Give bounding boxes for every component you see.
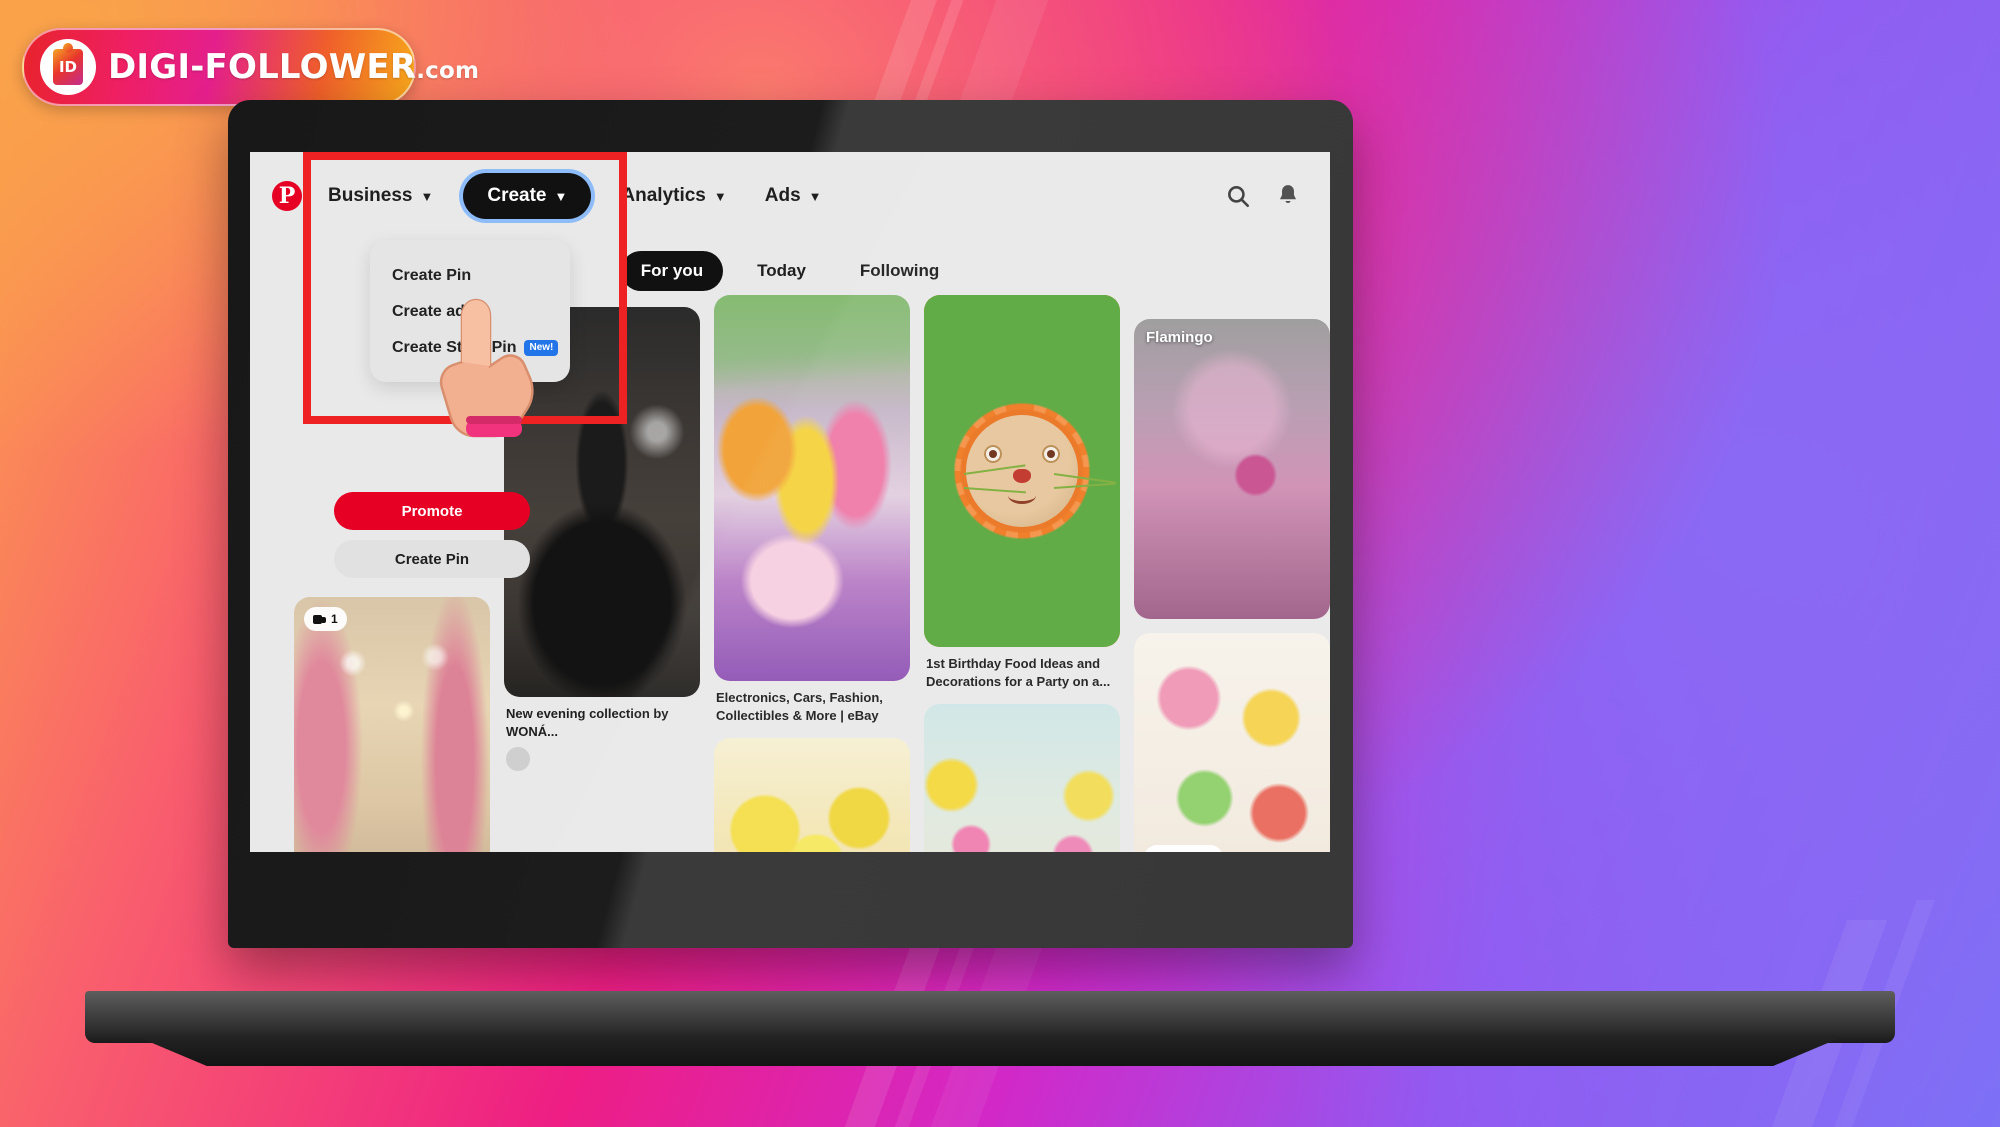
feed-column: Electronics, Cars, Fashion, Collectibles… — [714, 295, 910, 852]
pin-card[interactable]: 1st Birthday Food Ideas and Decorations … — [924, 295, 1120, 690]
feed-column: 1 — [294, 597, 490, 852]
pin-title: 1st Birthday Food Ideas and Decorations … — [926, 656, 1111, 689]
screenshot-stage: ID DIGI-FOLLOWER.com P Business ▼ Create… — [0, 0, 2000, 1127]
tab-today[interactable]: Today — [737, 251, 826, 291]
logo-inner-glyph: ID — [53, 49, 83, 85]
pin-image[interactable] — [714, 295, 910, 681]
lion-eye-icon — [984, 445, 1002, 463]
lion-nose-icon — [1013, 469, 1031, 483]
dropdown-item-label: Create Pin — [392, 267, 472, 284]
search-icon[interactable] — [1218, 176, 1258, 216]
nav-item-business[interactable]: Business ▼ — [320, 177, 441, 215]
pin-card[interactable]: ↗ etsy.co Feeling Fruit Etsy E Etsy — [1134, 633, 1330, 852]
logo-dot-icon — [63, 43, 73, 53]
nav-item-create[interactable]: Create ▼ — [463, 173, 592, 219]
nav-item-label: Analytics — [621, 185, 706, 206]
create-pin-button[interactable]: Create Pin — [334, 540, 530, 578]
dropdown-item-create-pin[interactable]: Create Pin — [370, 258, 570, 294]
stacked-pins-icon — [313, 614, 326, 625]
avatar — [506, 747, 530, 772]
laptop-frame: P Business ▼ Create ▼ Analytics ▼ Ads ▼ — [228, 100, 1353, 948]
notifications-bell-icon[interactable] — [1268, 176, 1308, 216]
pointing-hand-cursor — [430, 292, 550, 442]
laptop-base — [85, 991, 1895, 1043]
lion-eye-icon — [1042, 445, 1060, 463]
nav-item-label: Create — [487, 185, 547, 206]
pin-title: New evening collection by WONÁ... — [506, 706, 669, 739]
nav-item-analytics[interactable]: Analytics ▼ — [613, 177, 734, 215]
pin-image[interactable]: Flamingo — [1134, 319, 1330, 619]
laptop-screen: P Business ▼ Create ▼ Analytics ▼ Ads ▼ — [250, 152, 1330, 852]
pin-source-badge[interactable]: ↗ etsy.co — [1144, 845, 1223, 852]
watermark-logo-badge: ID DIGI-FOLLOWER.com — [22, 28, 479, 106]
pin-count-value: 1 — [331, 612, 338, 626]
promote-button[interactable]: Promote — [334, 492, 530, 530]
tab-for-you[interactable]: For you — [620, 251, 724, 291]
pin-card[interactable] — [924, 704, 1120, 852]
logo-monogram-icon: ID — [40, 39, 96, 95]
pin-image[interactable] — [924, 295, 1120, 647]
chevron-down-icon: ▼ — [554, 188, 568, 204]
laptop-base-foot — [135, 1036, 1845, 1066]
tab-following[interactable]: Following — [840, 251, 959, 291]
watermark-brand-text: DIGI-FOLLOWER.com — [108, 47, 480, 87]
nav-item-ads[interactable]: Ads ▼ — [757, 177, 830, 215]
pin-title: Electronics, Cars, Fashion, Collectibles… — [716, 690, 883, 723]
pin-attribution — [504, 747, 700, 772]
nav-item-label: Business — [328, 185, 413, 206]
pin-count-badge: 1 — [304, 607, 347, 631]
watermark-tld: .com — [416, 58, 480, 84]
chevron-down-icon: ▼ — [713, 188, 727, 204]
side-action-buttons: Promote Create Pin — [334, 492, 530, 578]
pin-source-domain: etsy.co — [1171, 851, 1211, 852]
chevron-down-icon: ▼ — [808, 188, 822, 204]
pin-card[interactable]: Electronics, Cars, Fashion, Collectibles… — [714, 295, 910, 724]
pin-card[interactable]: 1 — [294, 597, 490, 852]
external-link-icon: ↗ — [1155, 851, 1165, 852]
pin-card[interactable]: FRE — [714, 738, 910, 852]
pinterest-logo-icon[interactable]: P — [272, 181, 302, 211]
feed-column: Flamingo ↗ etsy.co Feeling Fruit Etsy — [1134, 319, 1330, 852]
pin-image[interactable]: FRE — [714, 738, 910, 852]
pin-overlay-label: Flamingo — [1146, 329, 1213, 346]
feed-column: 1st Birthday Food Ideas and Decorations … — [924, 295, 1120, 852]
pinterest-navbar: P Business ▼ Create ▼ Analytics ▼ Ads ▼ — [250, 152, 1330, 240]
nav-item-label: Ads — [764, 185, 801, 206]
pin-image[interactable]: ↗ etsy.co — [1134, 633, 1330, 852]
pin-image[interactable]: 1 — [294, 597, 490, 852]
chevron-down-icon: ▼ — [420, 188, 434, 204]
pin-image[interactable] — [924, 704, 1120, 852]
pin-card[interactable]: Flamingo — [1134, 319, 1330, 619]
